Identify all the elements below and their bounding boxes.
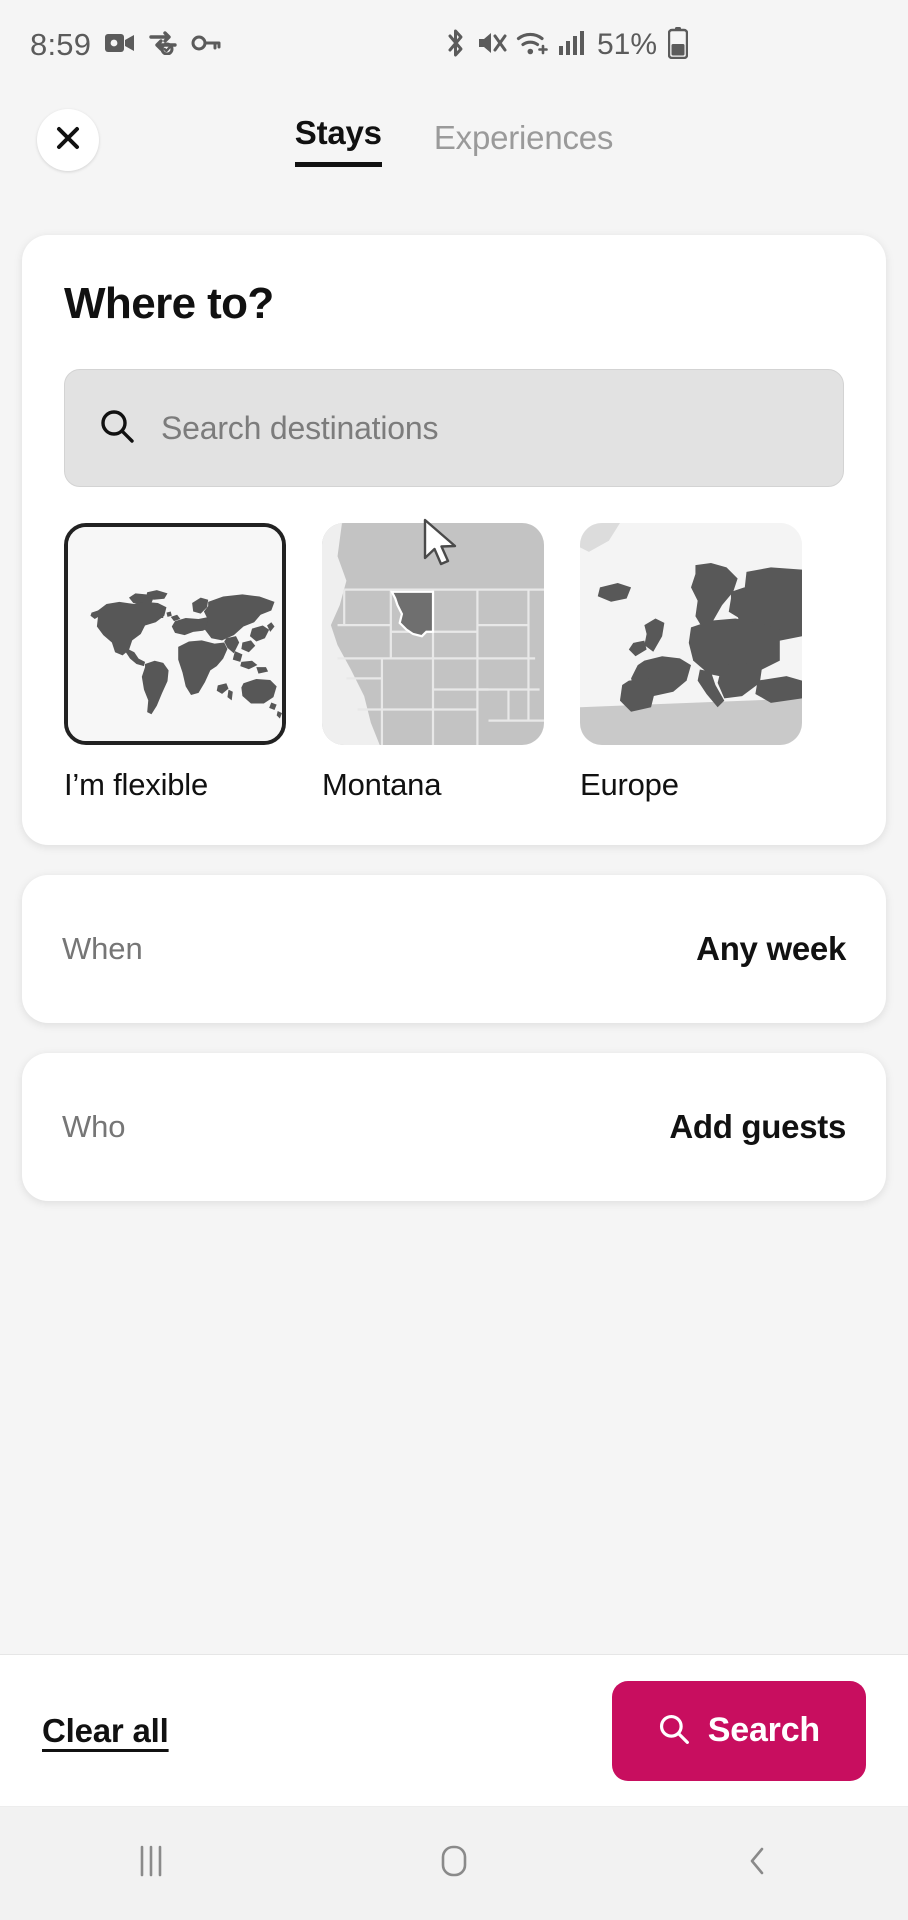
destination-carousel[interactable]: I’m flexible Montana Europe (22, 523, 886, 803)
when-value: Any week (696, 930, 846, 967)
who-row[interactable]: Who Add guests (22, 1053, 886, 1201)
back-icon (742, 1841, 772, 1886)
search-input[interactable]: Search destinations (64, 369, 844, 487)
back-button[interactable] (697, 1807, 817, 1920)
video-camera-icon (105, 32, 135, 59)
tab-experiences[interactable]: Experiences (434, 119, 614, 167)
close-button[interactable] (37, 109, 99, 171)
when-row[interactable]: When Any week (22, 875, 886, 1023)
world-map-thumbnail (64, 523, 286, 745)
destination-label-flexible: I’m flexible (64, 767, 209, 802)
status-bar-right: 51% (444, 26, 689, 64)
status-bar-left: 8:59 (30, 27, 221, 63)
page-title: Where to? (64, 279, 274, 328)
who-label: Who (62, 1109, 126, 1144)
usa-montana-map-thumbnail (322, 523, 544, 745)
action-bar: Clear all Search (0, 1654, 908, 1806)
mute-icon (476, 29, 507, 62)
status-bar-clock: 8:59 (30, 27, 92, 62)
app-screen: 8:59 51% Stays Experiences Where to? Sea… (0, 0, 908, 1920)
when-label: When (62, 931, 143, 966)
wifi-icon (516, 29, 549, 62)
recent-apps-button[interactable] (91, 1807, 211, 1920)
home-button[interactable] (394, 1807, 514, 1920)
clear-all-button[interactable]: Clear all (42, 1712, 169, 1750)
modal-header: Stays Experiences (0, 90, 908, 190)
destination-card-flexible[interactable]: I’m flexible (64, 523, 286, 803)
search-button[interactable]: Search (611, 1680, 866, 1781)
search-icon (658, 1713, 690, 1748)
tab-stays[interactable]: Stays (294, 114, 382, 167)
recent-apps-icon (136, 1841, 166, 1886)
close-icon (55, 125, 81, 156)
key-icon (191, 34, 221, 57)
where-to-card: Where to? Search destinations I’m flexib… (22, 235, 886, 845)
destination-card-europe[interactable]: Europe (580, 523, 802, 803)
home-icon (437, 1841, 471, 1886)
search-icon (99, 408, 135, 449)
bluetooth-icon (444, 28, 467, 63)
destination-label-montana: Montana (322, 767, 442, 802)
data-saver-icon (149, 30, 177, 60)
cellular-signal-icon (558, 30, 584, 61)
search-button-label: Search (707, 1711, 820, 1749)
status-bar: 8:59 51% (0, 0, 908, 90)
android-nav-bar (0, 1806, 908, 1920)
tab-bar: Stays Experiences (294, 114, 614, 167)
battery-percentage: 51% (597, 28, 658, 61)
battery-icon (667, 26, 689, 64)
search-panel: Where to? Search destinations I’m flexib… (0, 190, 908, 1654)
who-value: Add guests (669, 1108, 846, 1145)
europe-map-thumbnail (580, 523, 802, 745)
destination-label-europe: Europe (580, 767, 679, 802)
search-input-placeholder: Search destinations (161, 409, 439, 446)
destination-card-montana[interactable]: Montana (322, 523, 544, 803)
